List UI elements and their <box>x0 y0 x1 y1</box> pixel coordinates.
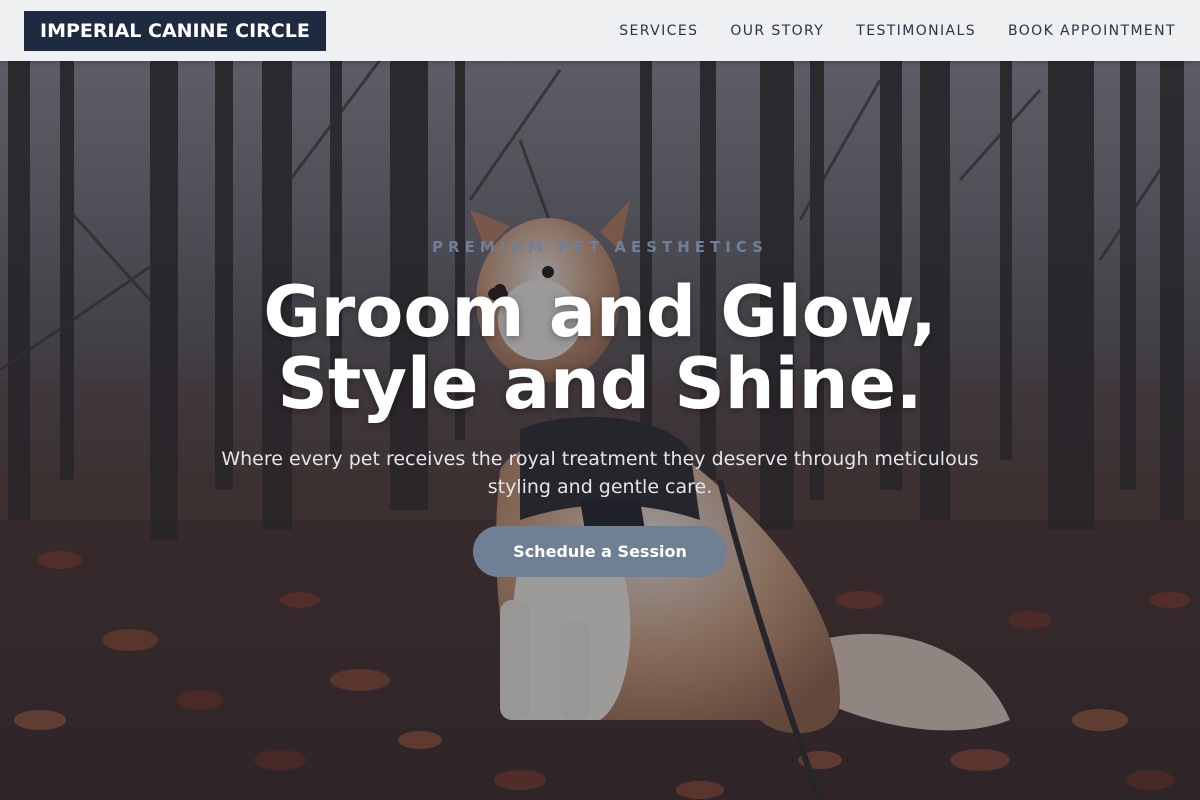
hero-subtitle: Where every pet receives the royal treat… <box>221 448 979 498</box>
hero-eyebrow: PREMIUM PET AESTHETICS <box>432 238 768 256</box>
brand-logo[interactable]: IMPERIAL CANINE CIRCLE <box>24 10 326 51</box>
top-navigation-bar: IMPERIAL CANINE CIRCLE SERVICES OUR STOR… <box>0 0 1200 61</box>
nav-link-our-story[interactable]: OUR STORY <box>730 23 824 39</box>
hero-headline-line-1: Groom and Glow, <box>263 271 937 353</box>
hero-headline-line-2: Style and Shine. <box>277 343 923 425</box>
hero-headline: Groom and Glow, Style and Shine. <box>0 276 1200 420</box>
nav-link-testimonials[interactable]: TESTIMONIALS <box>856 23 976 39</box>
nav-link-services[interactable]: SERVICES <box>619 23 698 39</box>
hero-content: PREMIUM PET AESTHETICS Groom and Glow, S… <box>0 0 1200 800</box>
schedule-session-button[interactable]: Schedule a Session <box>473 526 727 577</box>
nav-link-book-appointment[interactable]: BOOK APPOINTMENT <box>1008 23 1176 39</box>
main-menu: SERVICES OUR STORY TESTIMONIALS BOOK APP… <box>587 23 1176 39</box>
